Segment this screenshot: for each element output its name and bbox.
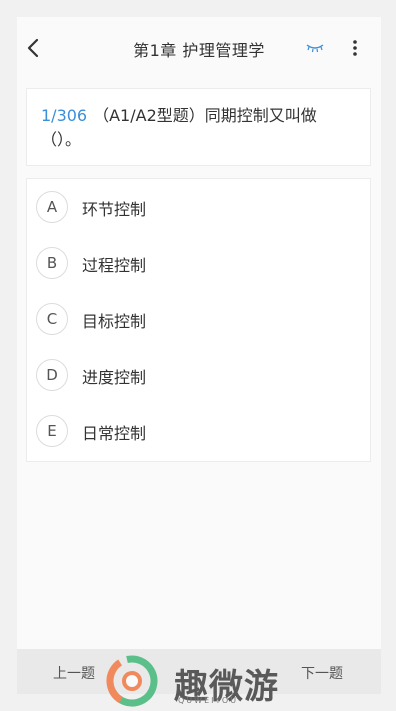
option-letter: B [36,247,68,279]
option-text: 过程控制 [82,256,147,275]
option-d[interactable]: D 进度控制 [27,353,370,397]
question-index: 1/306 [41,106,88,125]
page-title: 第1章 护理管理学 [133,41,265,60]
next-question-button[interactable]: 下一题 [301,663,343,683]
option-text: 目标控制 [82,312,147,331]
watermark-logo-icon [106,655,158,707]
option-letter: A [36,191,68,223]
option-text: 环节控制 [82,200,147,219]
option-letter: C [36,303,68,335]
top-bar: 第1章 护理管理学 [17,17,381,79]
watermark-subtext: QUWEIYOU [178,696,239,705]
eye-closed-icon[interactable] [305,41,325,55]
option-c[interactable]: C 目标控制 [27,297,370,341]
option-a[interactable]: A 环节控制 [27,185,370,229]
option-text: 日常控制 [82,424,147,443]
option-e[interactable]: E 日常控制 [27,409,370,453]
prev-question-button[interactable]: 上一题 [53,663,95,683]
app-screen: 第1章 护理管理学 1/306 （A1/A2型题）同期控制又叫做（）。 A 环节控… [17,17,381,694]
option-letter: E [36,415,68,447]
option-letter: D [36,359,68,391]
options-list: A 环节控制 B 过程控制 C 目标控制 D 进度控制 E 日常控制 [26,178,371,462]
watermark: 趣微游 QUWEIYOU [104,653,304,709]
question-card: 1/306 （A1/A2型题）同期控制又叫做（）。 [26,88,371,166]
option-b[interactable]: B 过程控制 [27,241,370,285]
more-vertical-icon[interactable] [350,38,360,58]
option-text: 进度控制 [82,368,147,387]
